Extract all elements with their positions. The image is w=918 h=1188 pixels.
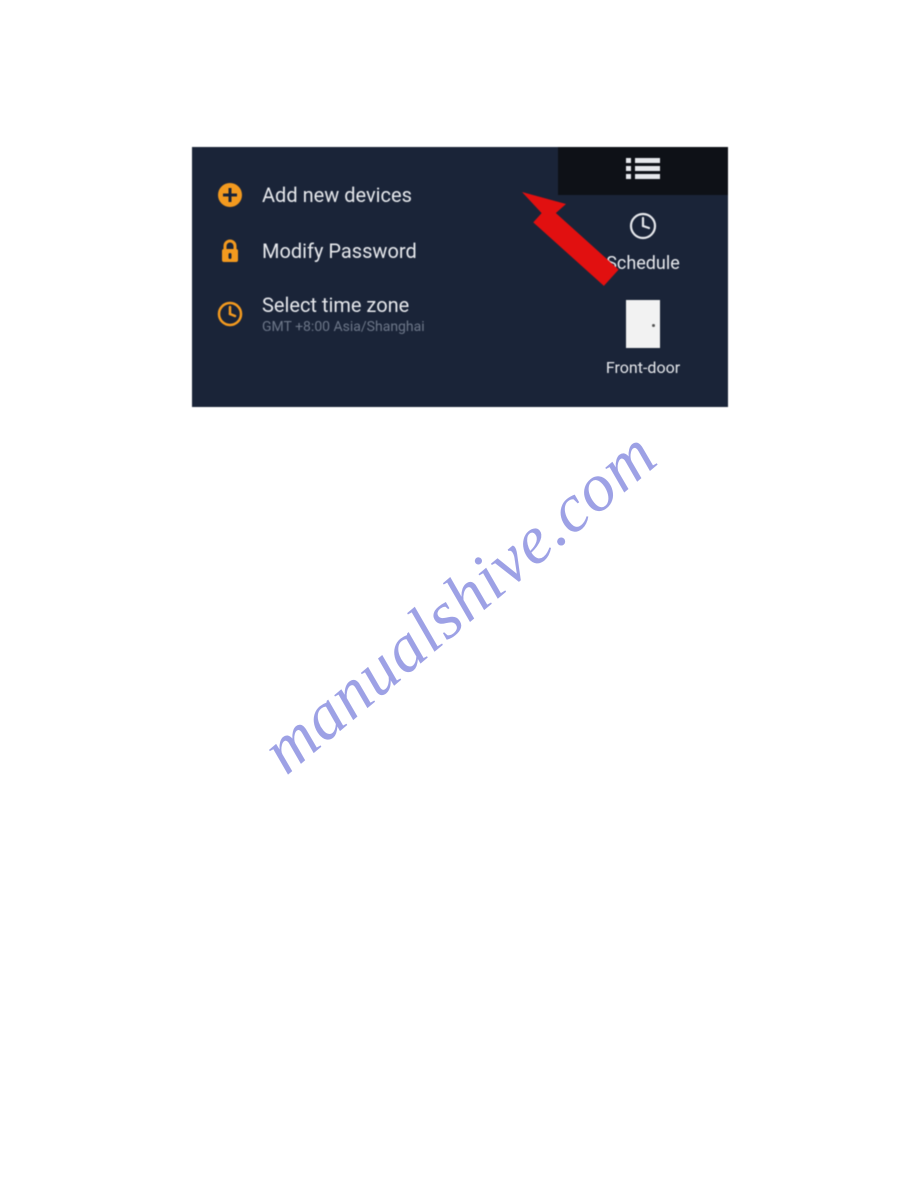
clock-outline-icon <box>628 211 658 245</box>
watermark-text: manualshive.com <box>246 414 671 789</box>
clock-icon <box>216 300 244 328</box>
plus-icon <box>216 181 244 209</box>
list-icon[interactable] <box>626 156 660 186</box>
main-menu-panel: Add new devices Modify Password <box>192 147 558 407</box>
app-screenshot: Add new devices Modify Password <box>192 147 728 407</box>
device-front-door[interactable]: Front-door <box>606 274 680 377</box>
schedule-label: Schedule <box>606 253 680 274</box>
menu-label: Select time zone <box>262 293 425 317</box>
door-icon <box>626 300 660 348</box>
side-panel: Schedule Front-door <box>558 147 728 407</box>
schedule-button[interactable]: Schedule <box>606 195 680 274</box>
menu-item-modify-password[interactable]: Modify Password <box>212 223 558 279</box>
lock-icon <box>216 237 244 265</box>
device-label: Front-door <box>606 358 680 377</box>
menu-item-time-zone[interactable]: Select time zone GMT +8:00 Asia/Shanghai <box>212 279 558 349</box>
side-topbar <box>558 147 728 195</box>
menu-sublabel: GMT +8:00 Asia/Shanghai <box>262 319 425 335</box>
menu-item-add-devices[interactable]: Add new devices <box>212 167 558 223</box>
menu-label: Modify Password <box>262 239 417 263</box>
menu-label: Add new devices <box>262 183 412 207</box>
